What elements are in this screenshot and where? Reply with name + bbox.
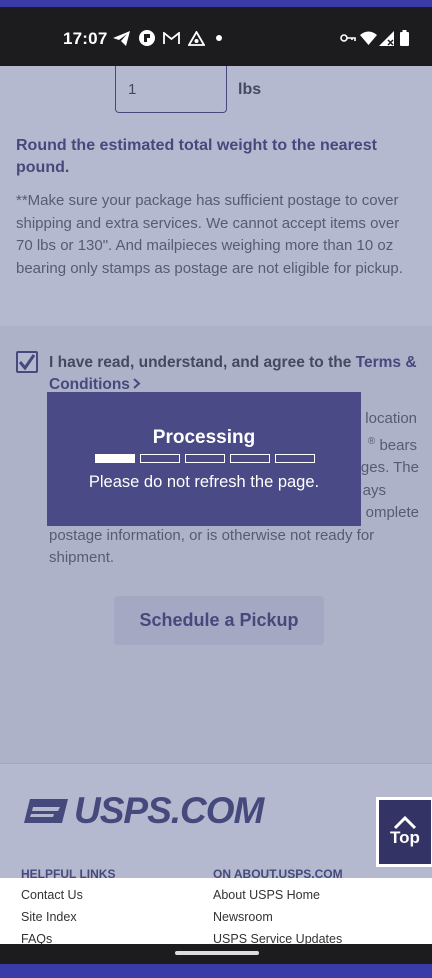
vpn-key-icon <box>340 29 356 47</box>
bottom-accent-bar <box>0 964 432 978</box>
battery-icon <box>400 29 409 47</box>
telegram-icon <box>113 29 130 47</box>
footer-link-service-updates[interactable]: USPS Service Updates <box>213 932 342 944</box>
navigation-bar <box>0 944 432 964</box>
footer-link-faqs[interactable]: FAQs <box>21 932 52 944</box>
progress-segment <box>275 454 315 463</box>
progress-segment <box>230 454 270 463</box>
app-circle-icon <box>139 29 155 47</box>
processing-title: Processing <box>152 427 256 448</box>
progress-segment <box>185 454 225 463</box>
processing-message: Please do not refresh the page. <box>88 473 320 491</box>
notification-dot-icon <box>216 29 222 47</box>
cellular-signal-icon <box>379 29 394 47</box>
processing-progress-bar <box>95 454 315 463</box>
footer-link-newsroom[interactable]: Newsroom <box>213 910 273 924</box>
top-label: Top <box>390 828 420 847</box>
footer-link-about-usps-home[interactable]: About USPS Home <box>213 888 320 902</box>
footer-link-site-index[interactable]: Site Index <box>21 910 77 924</box>
progress-segment <box>140 454 180 463</box>
status-time: 17:07 <box>63 29 108 48</box>
gmail-icon <box>163 29 180 47</box>
footer-link-contact-us[interactable]: Contact Us <box>21 888 83 902</box>
back-to-top-button[interactable]: Top <box>376 797 432 867</box>
progress-segment <box>95 454 135 463</box>
top-accent-bar <box>0 0 432 7</box>
status-bar: 17:07 <box>0 7 432 66</box>
drive-icon <box>188 29 205 47</box>
processing-modal: Processing Please do not refresh the pag… <box>47 392 361 526</box>
wifi-icon <box>360 29 377 47</box>
home-gesture-handle[interactable] <box>175 951 259 955</box>
